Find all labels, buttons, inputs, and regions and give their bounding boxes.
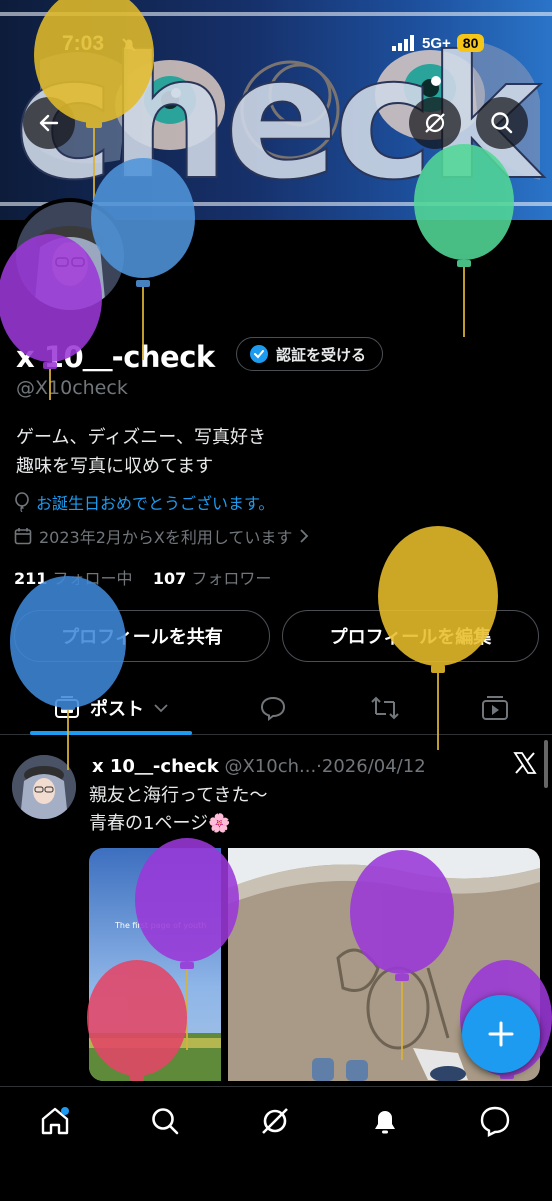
verified-badge-icon: [250, 345, 268, 363]
get-verified-label: 認証を受ける: [276, 345, 367, 364]
nav-notifications[interactable]: [365, 1101, 405, 1141]
profile-avatar[interactable]: [12, 198, 128, 314]
profile-name: x 10＿-check: [16, 340, 215, 374]
media-caption: The first page of youth: [114, 921, 206, 930]
home-icon: [41, 1107, 69, 1135]
nav-search[interactable]: [145, 1101, 185, 1141]
x-logo-icon: [513, 752, 537, 774]
followers-link[interactable]: 107 フォロワー: [153, 569, 272, 588]
arrow-left-icon: [39, 114, 59, 132]
profile-handle: @X10check: [16, 377, 128, 399]
joined-row[interactable]: 2023年2月からXを利用しています: [14, 524, 309, 548]
tab-replies[interactable]: [248, 682, 298, 734]
birthday-text: お誕生日おめでとうございます。: [36, 494, 275, 513]
back-button[interactable]: [23, 97, 75, 149]
nav-grok[interactable]: [255, 1101, 295, 1141]
get-verified-button[interactable]: 認証を受ける: [236, 337, 384, 371]
nav-messages[interactable]: [475, 1101, 515, 1141]
chevron-right-icon: [300, 529, 309, 543]
profile-bio: ゲーム、ディズニー、写真好き 趣味を写真に収めてます: [16, 423, 266, 481]
plus-icon: [488, 1021, 514, 1047]
posts-icon: [55, 696, 79, 718]
post-author-name[interactable]: x 10＿-check: [92, 756, 219, 777]
media-icon: [482, 696, 508, 720]
tab-posts-label: ポスト: [90, 699, 144, 720]
avatar-image: [16, 202, 124, 310]
balloon-icon: [15, 492, 29, 512]
notifications-icon: [375, 1111, 395, 1134]
nav-home[interactable]: [35, 1101, 75, 1141]
messages-icon: [480, 1106, 510, 1137]
joined-text: 2023年2月からXを利用しています: [39, 528, 293, 547]
tab-active-indicator: [30, 731, 192, 735]
battery-badge: 80: [456, 34, 485, 52]
calendar-icon: [14, 528, 32, 545]
bio-line-1: ゲーム、ディズニー、写真好き: [16, 427, 267, 448]
grok-icon: [262, 1108, 288, 1134]
search-button[interactable]: [476, 97, 528, 149]
edit-profile-button[interactable]: プロフィールを編集: [282, 610, 539, 662]
birthday-row: お誕生日おめでとうございます。: [14, 490, 274, 514]
search-icon: [152, 1108, 179, 1135]
network-label: 5G+: [422, 34, 451, 52]
post-header: x 10＿-check @X10ch...·2026/04/12: [92, 752, 426, 778]
post-author-avatar[interactable]: [12, 755, 76, 819]
status-time: 7:03: [62, 32, 105, 55]
following-link[interactable]: 211 フォロー中: [14, 569, 133, 588]
bottom-navigation: [0, 1086, 552, 1201]
signal-icon: [392, 35, 414, 51]
post-text: 親友と海行ってきた〜 青春の1ページ🌸: [89, 785, 268, 834]
bell-muted-icon: [122, 38, 136, 52]
grok-button[interactable]: [409, 97, 461, 149]
reply-icon: [260, 696, 286, 721]
chevron-down-icon: [154, 704, 168, 713]
post-handle-date: @X10ch...·2026/04/12: [224, 756, 426, 777]
scrollbar[interactable]: [544, 740, 548, 788]
grok-icon: [425, 113, 445, 133]
search-icon: [491, 112, 513, 134]
profile-tabs: ポスト: [0, 682, 552, 735]
tab-posts[interactable]: ポスト: [30, 682, 192, 735]
bio-line-2: 趣味を写真に収めてます: [16, 456, 214, 477]
media-image-field: The first page of youth: [89, 848, 221, 1081]
post-media-1[interactable]: The first page of youth: [89, 848, 221, 1081]
tab-media[interactable]: [470, 682, 520, 734]
compose-post-button[interactable]: [462, 995, 540, 1073]
status-indicators: 5G+ 80: [392, 34, 485, 52]
follow-counts: 211 フォロー中 107 フォロワー: [14, 565, 271, 589]
tab-reposts[interactable]: [360, 682, 410, 734]
repost-icon: [371, 696, 399, 720]
share-profile-button[interactable]: プロフィールを共有: [14, 610, 270, 662]
post-avatar-image: [12, 755, 76, 819]
